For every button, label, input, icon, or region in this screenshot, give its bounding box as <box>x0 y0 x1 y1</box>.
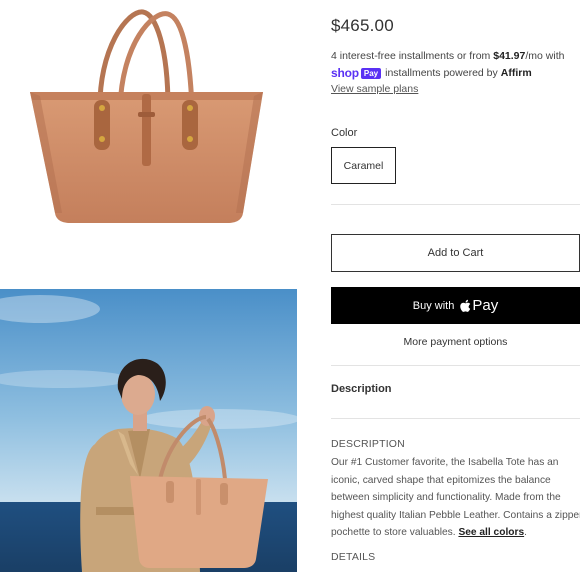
color-option-caramel[interactable]: Caramel <box>331 147 396 184</box>
installments-powered-text: installments powered by <box>385 67 498 79</box>
description-body: Our #1 Customer favorite, the Isabella T… <box>331 454 580 542</box>
add-to-cart-button[interactable]: Add to Cart <box>331 234 580 272</box>
description-line: Our #1 Customer favorite, the Isabella T… <box>331 457 559 468</box>
product-price: $465.00 <box>331 16 394 35</box>
details-section-title[interactable]: DETAILS <box>331 551 375 563</box>
description-tab-heading[interactable]: Description <box>331 383 392 395</box>
divider <box>331 418 580 419</box>
buy-with-label: Buy with <box>412 299 455 312</box>
color-label: Color <box>331 127 358 139</box>
buy-with-apple-pay-button[interactable]: Buy with Pay <box>331 287 580 324</box>
shop-pay-row: shop Pay installments powered by Affirm <box>331 66 532 80</box>
apple-pay-text: Pay <box>472 297 499 314</box>
tote-bag-illustration <box>30 9 263 223</box>
description-line: highest quality Italian Pebble Leather. … <box>331 509 580 521</box>
more-payment-options-link[interactable]: More payment options <box>331 336 580 348</box>
see-all-colors-link[interactable]: See all colors <box>458 527 524 538</box>
affirm-logo: Affirm <box>500 67 532 79</box>
view-sample-plans-link[interactable]: View sample plans <box>331 83 418 95</box>
apple-pay-mark: Pay <box>459 297 498 314</box>
installments-text: 4 interest-free installments or from $41… <box>331 50 564 62</box>
shop-pay-badge: Pay <box>360 67 382 79</box>
description-line: pochette to store valuables. <box>331 527 456 539</box>
installments-amount: $41.97 <box>493 50 526 62</box>
model-with-tote-illustration <box>0 289 297 572</box>
apple-icon <box>460 299 471 312</box>
installments-suffix: /mo with <box>525 50 565 62</box>
product-image-tote[interactable] <box>18 8 280 233</box>
description-section-title: DESCRIPTION <box>331 438 405 450</box>
description-line-last: pochette to store valuables. See all col… <box>331 527 527 539</box>
divider <box>331 365 580 366</box>
description-line: between simplicity and functionality. Ma… <box>331 492 561 504</box>
installments-prefix: 4 interest-free installments or from <box>331 50 494 62</box>
divider <box>331 204 580 205</box>
description-line: iconic, carved shape that epitomizes the… <box>331 474 551 486</box>
lifestyle-photo[interactable] <box>0 289 297 572</box>
shop-pay-logo: shop <box>331 66 359 80</box>
